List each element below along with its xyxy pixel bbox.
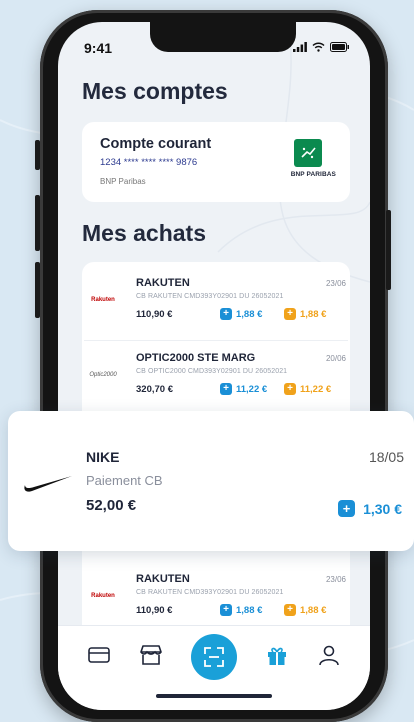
divider <box>84 340 348 341</box>
rakuten-logo: Rakuten <box>91 297 115 303</box>
purchase-amount: 110,90 € <box>136 605 173 616</box>
purchase-date: 23/06 <box>325 279 346 288</box>
purchase-amount: 110,90 € <box>136 309 173 320</box>
purchase-description: CB RAKUTEN CMD393Y02901 DU 26052021 <box>136 589 284 596</box>
purchase-description: CB RAKUTEN CMD393Y02901 DU 26052021 <box>136 293 284 300</box>
cashback-blue: +1,88 € <box>220 308 262 320</box>
cashback-blue: +11,22 € <box>220 383 267 395</box>
nav-shops[interactable] <box>136 640 166 670</box>
merchant-name: RAKUTEN <box>136 277 190 289</box>
phone-side-button <box>35 262 40 318</box>
nav-profile[interactable] <box>314 640 344 670</box>
purchases-title: Mes achats <box>82 220 207 246</box>
store-icon <box>140 645 162 665</box>
profile-icon <box>319 645 339 666</box>
cashback-blue: +1,30 € <box>338 500 402 517</box>
cashback-orange-value: 1,88 € <box>300 308 327 320</box>
cashback-plus-icon: + <box>284 604 296 616</box>
list-item[interactable]: Optic2000 OPTIC2000 STE MARG 20/06 CB OP… <box>84 348 348 420</box>
nike-swoosh-icon <box>24 476 72 492</box>
accounts-title: Mes comptes <box>82 78 228 104</box>
home-indicator <box>156 694 272 698</box>
status-icons <box>293 42 350 52</box>
phone-notch <box>150 22 296 52</box>
purchase-amount: 52,00 € <box>86 497 137 514</box>
purchase-date: 20/06 <box>325 354 346 363</box>
cashback-blue-value: 1,88 € <box>236 308 263 320</box>
cashback-orange-value: 11,22 € <box>300 383 332 395</box>
purchase-date: 23/06 <box>325 575 346 584</box>
account-bank: BNP Paribas <box>100 177 146 186</box>
gift-icon <box>268 647 286 665</box>
nav-gifts[interactable] <box>262 640 292 670</box>
cashback-value: 1,30 € <box>363 500 402 517</box>
phone-side-button <box>386 210 391 290</box>
scan-icon <box>204 647 224 667</box>
cashback-plus-icon: + <box>220 604 232 616</box>
cashback-plus-icon: + <box>338 500 356 517</box>
cashback-orange: +1,88 € <box>284 308 326 320</box>
list-item[interactable]: Rakuten RAKUTEN 23/06 CB RAKUTEN CMD393Y… <box>84 273 348 345</box>
merchant-name: RAKUTEN <box>136 573 190 585</box>
cashback-plus-icon: + <box>220 383 232 395</box>
battery-icon <box>330 42 349 52</box>
purchase-description: CB OPTIC2000 CMD393Y02901 DU 26052021 <box>136 368 288 375</box>
cashback-plus-icon: + <box>220 308 232 320</box>
account-name: Compte courant <box>100 136 212 152</box>
bnp-logo-text: BNP PARIBAS <box>290 171 336 178</box>
cashback-plus-icon: + <box>284 383 296 395</box>
phone-side-button <box>35 195 40 251</box>
purchase-amount: 320,70 € <box>136 384 173 395</box>
account-card[interactable]: Compte courant 1234 **** **** **** 9876 … <box>82 122 350 202</box>
cashback-blue: +1,88 € <box>220 604 262 616</box>
merchant-name: NIKE <box>86 449 120 465</box>
account-number: 1234 **** **** **** 9876 <box>100 157 198 168</box>
phone-side-button <box>35 140 40 170</box>
cashback-orange: +11,22 € <box>284 383 331 395</box>
bottom-navbar <box>58 625 370 710</box>
cashback-orange-value: 1,88 € <box>300 604 327 616</box>
purchase-date: 18/05 <box>368 449 404 465</box>
nav-accounts[interactable] <box>84 640 114 670</box>
bnp-logo-icon <box>294 139 322 167</box>
highlighted-purchase-card[interactable]: NIKE 18/05 Paiement CB 52,00 € +1,30 € <box>8 411 414 551</box>
optic2000-logo: Optic2000 <box>89 372 117 378</box>
card-icon <box>88 647 110 663</box>
cashback-orange: +1,88 € <box>284 604 326 616</box>
cashback-blue-value: 1,88 € <box>236 604 263 616</box>
rakuten-logo: Rakuten <box>91 593 115 599</box>
wifi-icon <box>312 42 325 52</box>
phone-screen: 9:41 Mes comptes Compte courant 1234 ***… <box>58 22 370 710</box>
status-time: 9:41 <box>84 40 113 56</box>
signal-icon <box>293 42 307 52</box>
merchant-name: OPTIC2000 STE MARG <box>136 352 256 364</box>
cashback-blue-value: 11,22 € <box>236 383 268 395</box>
cashback-plus-icon: + <box>284 308 296 320</box>
scan-button[interactable] <box>191 634 237 680</box>
purchase-description: Paiement CB <box>86 473 163 488</box>
